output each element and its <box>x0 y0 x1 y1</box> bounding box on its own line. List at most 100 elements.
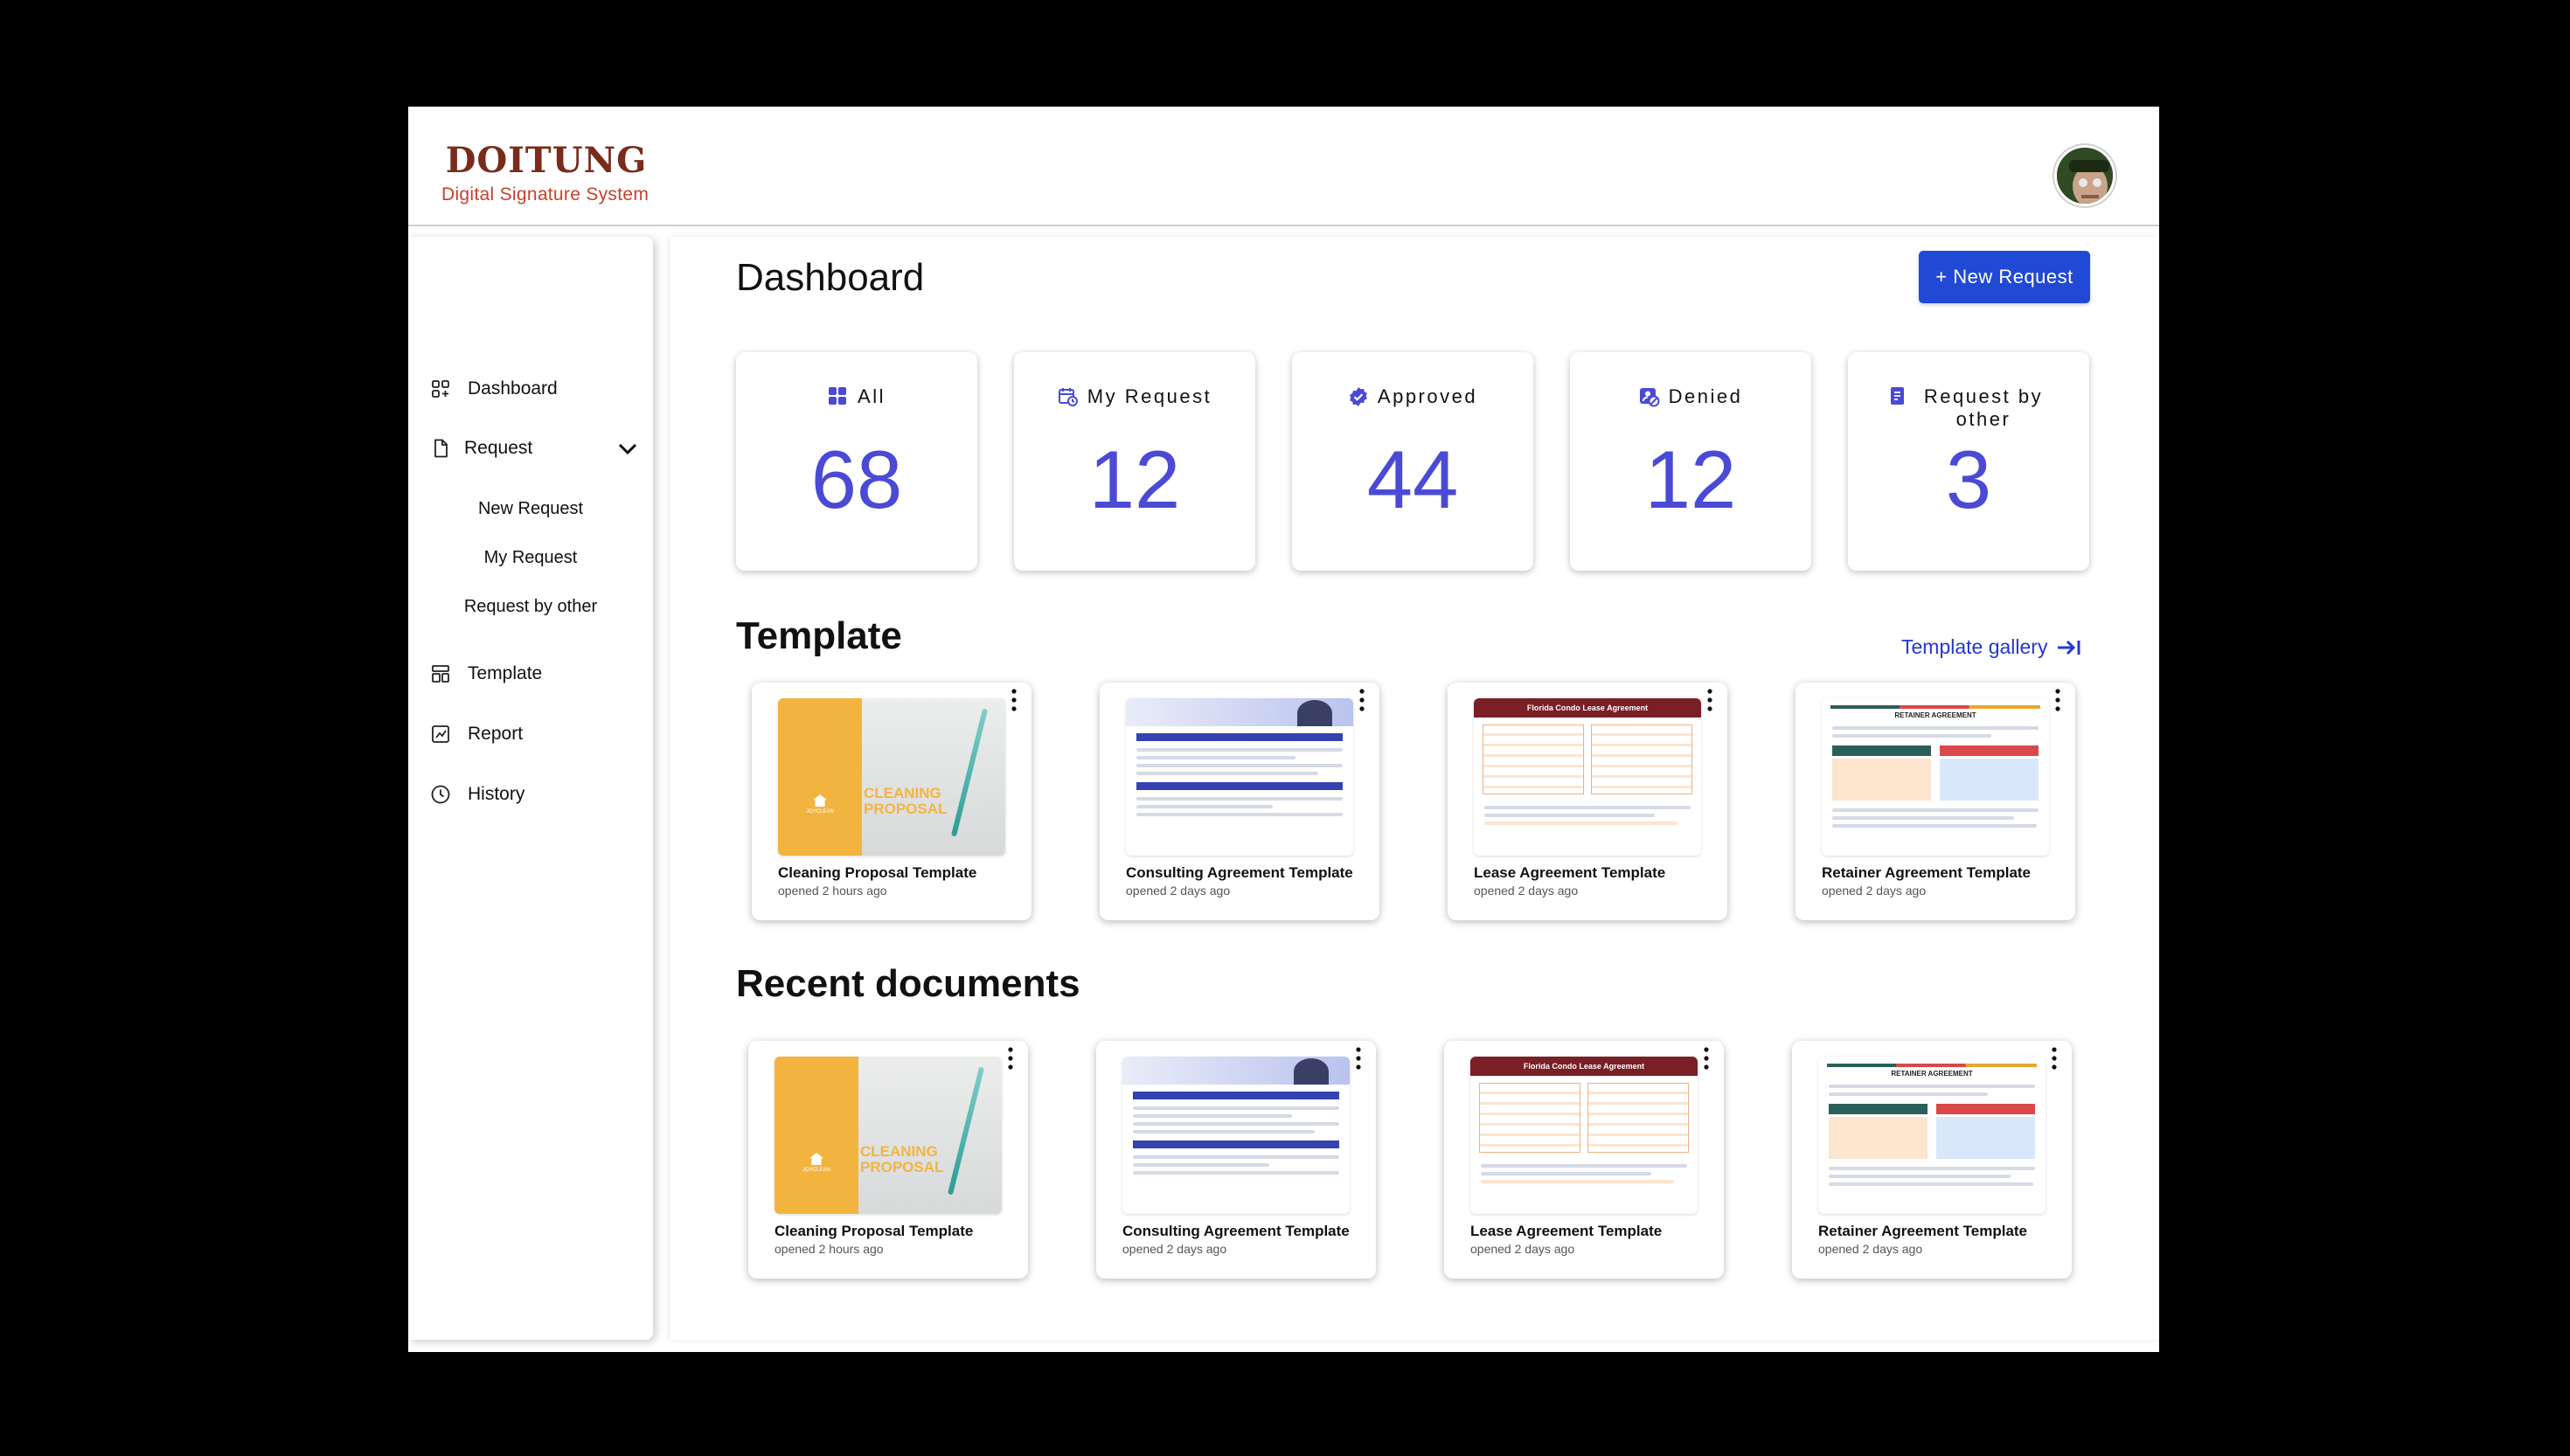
document-name: Cleaning Proposal Template <box>774 1223 974 1239</box>
chart-icon <box>429 723 452 745</box>
stat-label: Denied <box>1668 385 1743 407</box>
document-thumbnail <box>1122 1057 1350 1214</box>
dashboard-icon <box>429 378 452 400</box>
template-name: Cleaning Proposal Template <box>778 864 977 881</box>
sidebar-subitem-request-by-other[interactable]: Request by other <box>408 592 653 621</box>
sidebar-item-history[interactable]: History <box>429 777 639 812</box>
stat-value: 44 <box>1366 433 1459 525</box>
stat-label: Request by other <box>1923 385 2044 430</box>
sidebar-item-label: Report <box>468 724 524 744</box>
template-opened-time: opened 2 days ago <box>1822 884 1927 898</box>
template-card-consulting-agreement[interactable]: Consulting Agreement Template opened 2 d… <box>1100 683 1379 920</box>
more-options-icon[interactable] <box>2047 684 2068 716</box>
more-options-icon[interactable] <box>1004 684 1025 716</box>
document-name: Retainer Agreement Template <box>1818 1223 2028 1239</box>
template-card-lease-agreement[interactable]: Florida Condo Lease Agreement Lease Agre… <box>1448 683 1727 920</box>
brand-logo[interactable]: DOITUNG Digital Signature System <box>441 140 651 205</box>
stat-card-denied[interactable]: Denied 12 <box>1570 352 1811 571</box>
recent-doc-retainer-agreement[interactable]: RETAINER AGREEMENT Retainer Agreement Te… <box>1792 1041 2072 1279</box>
sidebar: Dashboard Request New Request My Request… <box>408 237 653 1340</box>
template-card-cleaning-proposal[interactable]: JOYCLEAN CLEANING PROPOSAL Cleaning Prop… <box>752 683 1031 920</box>
main-content: Dashboard + New Request All 68 My Reques… <box>670 237 2159 1340</box>
stat-label: Approved <box>1377 385 1478 407</box>
template-name: Lease Agreement Template <box>1474 864 1666 881</box>
document-thumbnail: JOYCLEAN CLEANING PROPOSAL <box>774 1057 1002 1214</box>
stat-label: My Request <box>1087 385 1212 407</box>
thumbnail-retainer-heading: RETAINER AGREEMENT <box>1891 1070 1973 1078</box>
grid-icon <box>828 386 849 407</box>
recent-doc-lease-agreement[interactable]: Florida Condo Lease Agreement Lease Agre… <box>1444 1041 1724 1279</box>
stat-card-request-by-other[interactable]: Request by other 3 <box>1848 352 2089 571</box>
template-thumbnail: Florida Condo Lease Agreement <box>1474 698 1701 856</box>
thumbnail-lease-heading: Florida Condo Lease Agreement <box>1474 698 1701 718</box>
recent-doc-cleaning-proposal[interactable]: JOYCLEAN CLEANING PROPOSAL Cleaning Prop… <box>748 1041 1028 1279</box>
document-opened-time: opened 2 days ago <box>1818 1242 1923 1256</box>
app-window: DOITUNG Digital Signature System Dashboa… <box>408 107 2159 1352</box>
clock-icon <box>429 783 452 806</box>
document-thumbnail: Florida Condo Lease Agreement <box>1470 1057 1698 1214</box>
document-opened-time: opened 2 hours ago <box>774 1242 884 1256</box>
thumbnail-lease-heading: Florida Condo Lease Agreement <box>1470 1057 1698 1076</box>
more-options-icon[interactable] <box>1351 684 1372 716</box>
template-opened-time: opened 2 hours ago <box>778 884 887 898</box>
template-name: Consulting Agreement Template <box>1126 864 1353 881</box>
thumbnail-retainer-heading: RETAINER AGREEMENT <box>1894 711 1976 719</box>
sidebar-item-template[interactable]: Template <box>429 656 639 691</box>
document-opened-time: opened 2 days ago <box>1122 1242 1227 1256</box>
template-thumbnail: JOYCLEAN CLEANING PROPOSAL <box>778 698 1005 856</box>
stat-card-my-request[interactable]: My Request 12 <box>1014 352 1255 571</box>
stat-card-approved[interactable]: Approved 44 <box>1292 352 1533 571</box>
recent-documents-title: Recent documents <box>736 962 1080 1005</box>
sidebar-subitem-my-request[interactable]: My Request <box>408 543 653 572</box>
document-thumbnail: RETAINER AGREEMENT <box>1818 1057 2046 1214</box>
stat-value: 12 <box>1088 433 1181 525</box>
stat-card-all[interactable]: All 68 <box>736 352 977 571</box>
stat-label: All <box>858 385 886 407</box>
sidebar-item-label: History <box>468 784 525 804</box>
page-title: Dashboard <box>736 256 925 299</box>
sidebar-item-label: Template <box>468 663 543 683</box>
document-icon <box>1888 386 1909 407</box>
thumbnail-cleaning-word: CLEANING PROPOSAL <box>860 1143 944 1175</box>
template-icon <box>429 662 452 685</box>
template-gallery-link[interactable]: Template gallery <box>1901 635 2082 659</box>
user-avatar[interactable] <box>2054 145 2115 206</box>
template-thumbnail <box>1126 698 1353 856</box>
calendar-clock-icon <box>1058 386 1079 407</box>
document-opened-time: opened 2 days ago <box>1470 1242 1575 1256</box>
template-thumbnail: RETAINER AGREEMENT <box>1822 698 2049 856</box>
chevron-down-icon[interactable] <box>616 438 639 463</box>
document-name: Consulting Agreement Template <box>1122 1223 1350 1239</box>
sidebar-item-label: Request <box>464 438 533 458</box>
thumbnail-cleaning-word: CLEANING PROPOSAL <box>864 785 948 817</box>
document-name: Lease Agreement Template <box>1470 1223 1663 1239</box>
sidebar-subitem-new-request[interactable]: New Request <box>408 494 653 523</box>
file-icon <box>429 437 452 460</box>
template-opened-time: opened 2 days ago <box>1474 884 1579 898</box>
more-options-icon[interactable] <box>2044 1043 2065 1074</box>
more-options-icon[interactable] <box>1000 1043 1021 1074</box>
sidebar-item-dashboard[interactable]: Dashboard <box>429 371 639 406</box>
stat-value: 12 <box>1644 433 1737 525</box>
more-options-icon[interactable] <box>1699 684 1720 716</box>
template-opened-time: opened 2 days ago <box>1126 884 1231 898</box>
logo-subtitle: Digital Signature System <box>441 184 649 205</box>
sidebar-item-report[interactable]: Report <box>429 717 639 752</box>
recent-doc-consulting-agreement[interactable]: Consulting Agreement Template opened 2 d… <box>1096 1041 1376 1279</box>
more-options-icon[interactable] <box>1696 1043 1717 1074</box>
more-options-icon[interactable] <box>1348 1043 1369 1074</box>
template-name: Retainer Agreement Template <box>1822 864 2032 881</box>
logo-wordmark: DOITUNG <box>445 140 648 181</box>
user-block-icon <box>1639 386 1660 407</box>
top-header: DOITUNG Digital Signature System <box>408 107 2159 226</box>
template-card-retainer-agreement[interactable]: RETAINER AGREEMENT Retainer Agreement Te… <box>1796 683 2075 920</box>
verified-badge-icon <box>1348 386 1369 407</box>
template-section-title: Template <box>736 614 902 657</box>
sidebar-item-request[interactable]: Request <box>429 431 639 466</box>
template-gallery-label: Template gallery <box>1901 635 2048 658</box>
sidebar-item-label: Dashboard <box>468 378 558 399</box>
arrow-right-to-bar-icon <box>2058 640 2080 655</box>
new-request-button[interactable]: + New Request <box>1919 251 2090 303</box>
stat-value: 3 <box>1945 433 1992 525</box>
stat-value: 68 <box>810 433 903 525</box>
